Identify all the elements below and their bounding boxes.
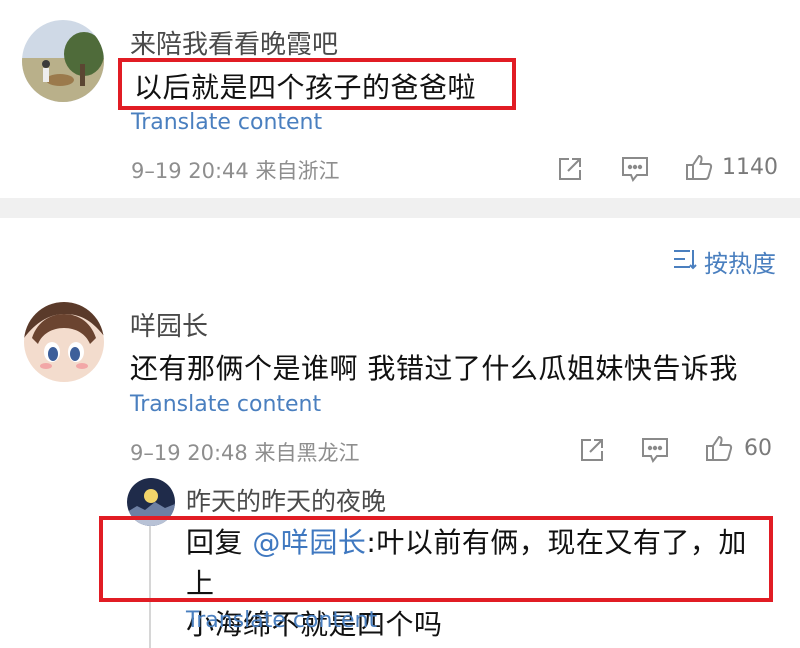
like-icon[interactable] (684, 152, 714, 182)
share-icon[interactable] (556, 155, 584, 183)
avatar[interactable] (24, 302, 104, 382)
translate-link[interactable]: Translate content (130, 392, 321, 417)
sort-by-hot-button[interactable]: 按热度 (704, 244, 776, 279)
comment-icon[interactable] (640, 436, 670, 464)
highlight-box (118, 58, 516, 110)
highlight-box (99, 516, 773, 602)
username[interactable]: 昨天的昨天的夜晚 (186, 482, 386, 518)
comment-text: 还有那俩个是谁啊 我错过了什么瓜姐妹快告诉我 (130, 352, 738, 385)
username[interactable]: 咩园长 (130, 306, 208, 343)
like-count: 60 (744, 436, 772, 461)
sort-icon[interactable] (672, 247, 698, 271)
translate-link[interactable]: Translate content (186, 608, 377, 633)
share-icon[interactable] (578, 436, 606, 464)
comment-icon[interactable] (620, 155, 650, 183)
like-count: 1140 (722, 155, 778, 180)
like-icon[interactable] (704, 433, 734, 463)
translate-link[interactable]: Translate content (131, 110, 322, 135)
section-divider (0, 198, 800, 218)
username[interactable]: 来陪我看看晚霞吧 (130, 24, 338, 61)
timestamp-location: 9–19 20:48 来自黑龙江 (130, 441, 360, 465)
timestamp-location: 9–19 20:44 来自浙江 (131, 159, 340, 183)
avatar[interactable] (22, 20, 104, 102)
